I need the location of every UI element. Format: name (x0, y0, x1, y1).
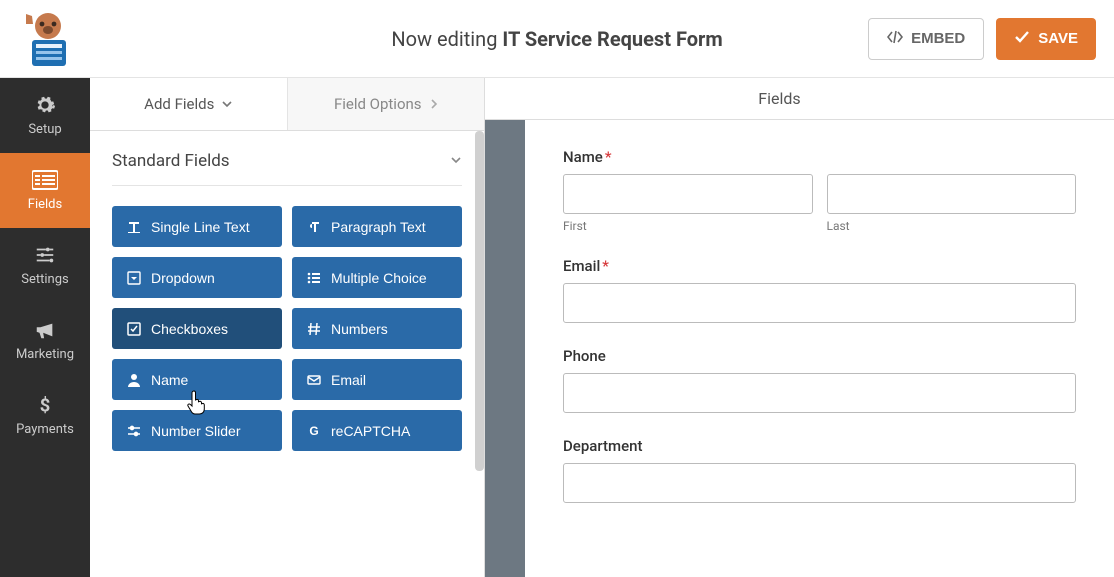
chevron-down-icon (450, 151, 462, 171)
nav-marketing[interactable]: Marketing (0, 303, 90, 378)
sliders-icon (34, 244, 56, 266)
field-dropdown[interactable]: Dropdown (112, 257, 282, 298)
nav-setup[interactable]: Setup (0, 78, 90, 153)
name-first-input[interactable] (563, 174, 813, 214)
preview-field-phone[interactable]: Phone (563, 347, 1076, 413)
nav-label: Fields (28, 197, 62, 212)
tab-add-fields[interactable]: Add Fields (90, 78, 287, 130)
phone-input[interactable] (563, 373, 1076, 413)
field-multiple-choice[interactable]: Multiple Choice (292, 257, 462, 298)
tab-label: Add Fields (144, 95, 214, 113)
field-label-text: Department (563, 437, 642, 455)
field-btn-label: Single Line Text (151, 219, 250, 235)
save-label: SAVE (1038, 30, 1078, 47)
user-icon (126, 372, 141, 387)
field-recaptcha[interactable]: G reCAPTCHA (292, 410, 462, 451)
field-number-slider[interactable]: Number Slider (112, 410, 282, 451)
field-name[interactable]: Name (112, 359, 282, 400)
gear-icon (34, 94, 56, 116)
chevron-down-icon (222, 95, 232, 113)
field-label-text: Name (563, 148, 603, 166)
check-square-icon (126, 321, 141, 336)
department-input[interactable] (563, 463, 1076, 503)
form-name: IT Service Request Form (502, 27, 722, 51)
chevron-right-icon (430, 95, 438, 113)
preview-field-department[interactable]: Department (563, 437, 1076, 503)
svg-text:G: G (309, 424, 318, 438)
email-input[interactable] (563, 283, 1076, 323)
nav-label: Payments (16, 422, 74, 437)
hash-icon (306, 321, 321, 336)
editing-prefix: Now editing (391, 27, 502, 51)
field-checkboxes[interactable]: Checkboxes (112, 308, 282, 349)
sublabel-first: First (563, 219, 813, 233)
required-asterisk: * (602, 257, 609, 275)
preview-field-name[interactable]: Name* First Last (563, 148, 1076, 233)
field-paragraph-text[interactable]: Paragraph Text (292, 206, 462, 247)
nav-label: Setup (28, 122, 61, 137)
field-btn-label: Name (151, 372, 188, 388)
field-label-text: Phone (563, 347, 606, 365)
page-title: Now editing IT Service Request Form (391, 27, 722, 51)
svg-text:$: $ (40, 395, 51, 416)
field-email[interactable]: Email (292, 359, 462, 400)
embed-label: EMBED (911, 30, 965, 47)
check-icon (1014, 29, 1030, 49)
field-btn-label: Dropdown (151, 270, 215, 286)
tab-label: Field Options (334, 95, 422, 113)
dollar-icon: $ (34, 394, 56, 416)
field-btn-label: Multiple Choice (331, 270, 427, 286)
form-preview: Name* First Last (525, 120, 1114, 577)
nav-settings[interactable]: Settings (0, 228, 90, 303)
form-icon (32, 169, 58, 191)
required-asterisk: * (605, 148, 612, 166)
sublabel-last: Last (827, 219, 1077, 233)
field-numbers[interactable]: Numbers (292, 308, 462, 349)
bullhorn-icon (34, 319, 56, 341)
nav-label: Settings (21, 272, 68, 287)
caret-square-icon (126, 270, 141, 285)
sidebar-nav: Setup Fields Settings Marketing $ Paymen… (0, 78, 90, 577)
embed-button[interactable]: EMBED (868, 18, 984, 60)
list-icon (306, 270, 321, 285)
app-logo (18, 10, 78, 68)
panel-scrollbar[interactable] (475, 131, 484, 471)
tab-field-options[interactable]: Field Options (287, 78, 485, 130)
preview-header-label: Fields (758, 89, 800, 108)
preview-field-email[interactable]: Email* (563, 257, 1076, 323)
preview-header: Fields (445, 78, 1114, 120)
field-btn-label: Email (331, 372, 366, 388)
field-btn-label: reCAPTCHA (331, 423, 410, 439)
nav-payments[interactable]: $ Payments (0, 378, 90, 453)
field-btn-label: Paragraph Text (331, 219, 426, 235)
field-label-text: Email (563, 257, 600, 275)
field-btn-label: Number Slider (151, 423, 240, 439)
envelope-icon (306, 372, 321, 387)
recaptcha-icon: G (306, 423, 321, 438)
nav-label: Marketing (16, 347, 74, 362)
paragraph-icon (306, 219, 321, 234)
field-btn-label: Numbers (331, 321, 388, 337)
field-btn-label: Checkboxes (151, 321, 228, 337)
section-title: Standard Fields (112, 151, 230, 171)
field-single-line-text[interactable]: Single Line Text (112, 206, 282, 247)
name-last-input[interactable] (827, 174, 1077, 214)
nav-fields[interactable]: Fields (0, 153, 90, 228)
sliders-icon (126, 423, 141, 438)
save-button[interactable]: SAVE (996, 18, 1096, 60)
code-icon (887, 29, 903, 49)
section-standard-fields[interactable]: Standard Fields (112, 151, 462, 186)
text-icon (126, 219, 141, 234)
